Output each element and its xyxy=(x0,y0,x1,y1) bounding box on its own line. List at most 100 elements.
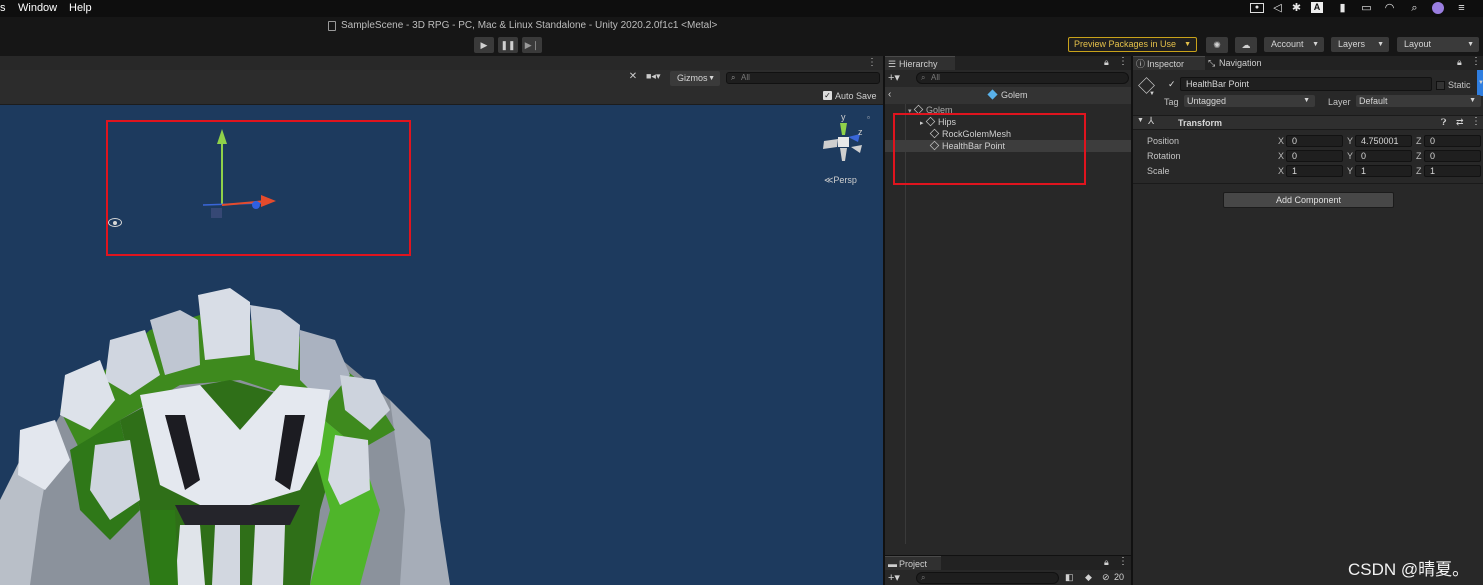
tab-project[interactable]: ▬ Project xyxy=(885,556,941,570)
prefab-cube-icon xyxy=(987,89,998,100)
help-icon[interactable]: ❓︎ xyxy=(1441,117,1446,128)
expand-arrow-icon[interactable]: ▼ xyxy=(1137,117,1144,124)
scene-highlight-box xyxy=(106,120,411,256)
control-center-icon[interactable]: ≡ xyxy=(1455,2,1468,14)
orientation-gizmo[interactable]: y z xyxy=(818,109,870,169)
airplay-icon[interactable]: ▭ xyxy=(1360,2,1373,14)
axis-z-label[interactable]: Z xyxy=(1416,136,1422,146)
auto-save-checkbox[interactable]: ✓ xyxy=(823,91,832,100)
tag-dropdown[interactable]: Untagged ▼ xyxy=(1184,95,1315,107)
component-menu-icon[interactable]: ⋮ xyxy=(1471,116,1481,127)
axis-x-label[interactable]: X xyxy=(1278,136,1284,146)
orient-center-cube[interactable] xyxy=(838,137,849,147)
input-source-icon[interactable]: A xyxy=(1311,2,1323,13)
layout-dropdown[interactable]: Layout ▼ xyxy=(1397,37,1479,52)
watermark-text: CSDN @晴夏。 xyxy=(1348,560,1470,579)
siri-icon[interactable] xyxy=(1432,2,1444,14)
screen-record-icon[interactable]: ● xyxy=(1250,3,1264,13)
back-chevron-icon[interactable]: ‹ xyxy=(888,89,891,100)
axis-y-label[interactable]: Y xyxy=(1347,151,1353,161)
transform-header[interactable]: ▼ ⅄ Transform ❓︎ ⇄ ⋮ xyxy=(1133,115,1483,130)
lock-icon[interactable]: 🔒︎ xyxy=(1104,557,1109,568)
object-name-input[interactable]: HealthBar Point xyxy=(1180,77,1432,91)
panel-menu-icon[interactable]: ⋮ xyxy=(867,57,877,68)
field-value: 0 xyxy=(1361,151,1367,161)
collab-icon[interactable]: ✺ xyxy=(1206,37,1228,53)
back-arrow-icon[interactable]: ◁ xyxy=(1271,2,1284,14)
layer-dropdown[interactable]: Default ▼ xyxy=(1356,95,1481,107)
prefab-name: Golem xyxy=(1001,90,1028,100)
add-component-button[interactable]: Add Component xyxy=(1223,192,1394,208)
axis-y-label[interactable]: Y xyxy=(1347,136,1353,146)
panel-menu-icon[interactable]: ⋮ xyxy=(1118,56,1128,67)
account-dropdown[interactable]: Account ▼ xyxy=(1264,37,1324,52)
object-name-value: HealthBar Point xyxy=(1186,79,1250,89)
orient-x-cone[interactable] xyxy=(823,139,838,149)
axis-x-label[interactable]: X xyxy=(1278,166,1284,176)
menu-item-window[interactable]: Window xyxy=(18,2,57,14)
play-button[interactable]: ▶ xyxy=(474,37,494,53)
axis-z-label[interactable]: Z xyxy=(1416,151,1422,161)
window-title: SampleScene - 3D RPG - PC, Mac & Linux S… xyxy=(341,20,718,31)
gizmos-dropdown[interactable]: Gizmos ▼ xyxy=(670,71,720,86)
rotation-z-input[interactable]: 0 xyxy=(1424,150,1481,162)
persp-text: Persp xyxy=(833,175,857,185)
chevron-down-icon[interactable]: ▼ xyxy=(1478,80,1483,86)
position-x-input[interactable]: 0 xyxy=(1286,135,1343,147)
active-checkbox[interactable]: ✓ xyxy=(1168,79,1178,89)
filter-type-icon[interactable]: ◧ xyxy=(1065,572,1074,583)
chevron-down-icon: ▼ xyxy=(1312,41,1319,48)
hidden-packages-icon[interactable]: ⊘ xyxy=(1102,572,1110,583)
persp-label[interactable]: ≪Persp xyxy=(824,175,857,186)
scale-z-input[interactable]: 1 xyxy=(1424,165,1481,177)
scale-x-input[interactable]: 1 xyxy=(1286,165,1343,177)
filter-label-icon[interactable]: ◆ xyxy=(1085,572,1092,583)
orient-neg-y-cone[interactable] xyxy=(840,148,847,161)
scene-search-input[interactable]: ⌕ All xyxy=(726,72,880,84)
menu-item-truncated[interactable]: s xyxy=(0,2,6,14)
chevron-down-icon[interactable]: ▼ xyxy=(1149,91,1155,97)
project-panel: ▬ Project 🔒︎ ⋮ +▾ ⌕ ◧ ◆ ⊘ 20 xyxy=(885,555,1131,585)
orient-neg-z-cone[interactable] xyxy=(851,145,862,153)
add-icon[interactable]: +▾ xyxy=(888,571,900,584)
hidden-packages-count: 20 xyxy=(1114,572,1125,582)
axis-x-label[interactable]: X xyxy=(1278,151,1284,161)
menu-item-help[interactable]: Help xyxy=(69,2,92,14)
tab-hierarchy[interactable]: ☰ Hierarchy xyxy=(885,56,955,70)
preset-icon[interactable]: ⇄ xyxy=(1456,117,1464,128)
rotation-y-input[interactable]: 0 xyxy=(1355,150,1412,162)
scene-viewport[interactable]: y z ▫ ≪Persp xyxy=(0,105,883,585)
cloud-icon[interactable]: ☁ xyxy=(1235,37,1257,53)
panel-menu-icon[interactable]: ⋮ xyxy=(1471,56,1481,67)
tag-value: Untagged xyxy=(1187,96,1227,106)
preview-packages-dropdown[interactable]: Preview Packages in Use ▼ xyxy=(1068,37,1197,52)
axis-z-label[interactable]: Z xyxy=(1416,166,1422,176)
lock-icon[interactable]: 🔒︎ xyxy=(1457,57,1462,68)
project-search-input[interactable]: ⌕ xyxy=(916,572,1059,584)
bluetooth-icon[interactable]: ✱ xyxy=(1290,2,1303,14)
position-y-input[interactable]: 4.750001 xyxy=(1355,135,1412,147)
orient-y-cone[interactable] xyxy=(840,123,847,135)
pause-button[interactable]: ❚❚ xyxy=(498,37,518,53)
lock-icon[interactable]: ▫ xyxy=(867,113,870,122)
hierarchy-search-input[interactable]: ⌕ All xyxy=(916,72,1129,84)
lock-icon[interactable]: 🔒︎ xyxy=(1104,57,1109,68)
chevron-down-icon: ▼ xyxy=(1377,41,1384,48)
static-checkbox[interactable] xyxy=(1436,81,1445,90)
camera-icon[interactable]: ■◂▾ xyxy=(646,71,668,85)
position-z-input[interactable]: 0 xyxy=(1424,135,1481,147)
spotlight-search-icon[interactable]: ⌕ xyxy=(1408,2,1421,14)
panel-menu-icon[interactable]: ⋮ xyxy=(1118,556,1128,567)
tab-navigation[interactable]: ⤡ Navigation xyxy=(1205,56,1289,70)
tab-inspector[interactable]: ⓘ Inspector xyxy=(1133,56,1205,70)
rotation-x-input[interactable]: 0 xyxy=(1286,150,1343,162)
wifi-icon[interactable]: ◠ xyxy=(1383,2,1396,14)
add-icon[interactable]: +▾ xyxy=(888,71,900,84)
layers-dropdown[interactable]: Layers ▼ xyxy=(1331,37,1389,52)
scale-y-input[interactable]: 1 xyxy=(1355,165,1412,177)
battery-icon[interactable]: ▮ xyxy=(1336,2,1349,14)
axis-y-label[interactable]: Y xyxy=(1347,166,1353,176)
tools-icon[interactable]: ✕ xyxy=(625,71,641,85)
step-button[interactable]: ▶❘ xyxy=(522,37,542,53)
rock-golem-model[interactable] xyxy=(0,280,470,585)
